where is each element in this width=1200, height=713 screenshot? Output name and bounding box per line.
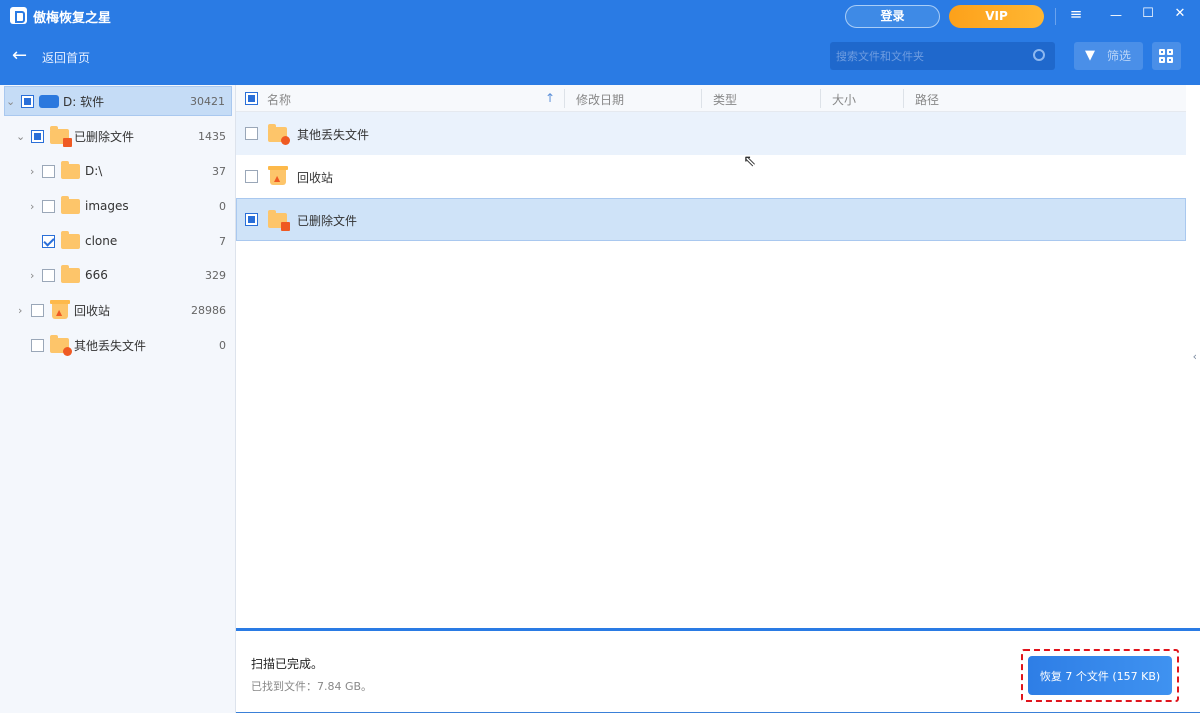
filter-label: 筛选 xyxy=(1107,49,1132,63)
table-header: 名称 ↑ 修改日期 类型 大小 路径 xyxy=(236,85,1186,112)
checkbox[interactable] xyxy=(42,164,55,178)
filter-button[interactable]: ▼ 筛选 xyxy=(1074,42,1143,70)
chevron-down-icon[interactable]: ⌄ xyxy=(16,130,25,143)
file-list: 名称 ↑ 修改日期 类型 大小 路径 其他丢失文件 回收站 已删除文件 ‹ xyxy=(236,85,1200,628)
recycle-bin-icon xyxy=(50,299,70,319)
tree-count: 0 xyxy=(219,199,226,213)
tree-label: 已删除文件 xyxy=(74,129,135,144)
menu-icon[interactable]: ≡ xyxy=(1066,5,1086,23)
tree-count: 7 xyxy=(219,234,226,248)
table-row[interactable]: 回收站 xyxy=(236,155,1186,198)
tree-label: 其他丢失文件 xyxy=(74,338,147,353)
chevron-down-icon[interactable]: ⌄ xyxy=(6,95,15,108)
tree-item-666[interactable]: › 666 329 xyxy=(4,260,232,290)
chevron-right-icon[interactable]: › xyxy=(30,269,34,282)
search-input[interactable] xyxy=(830,42,1025,70)
tree-label: D:\ xyxy=(85,164,103,178)
folder-icon xyxy=(61,195,80,214)
checkbox[interactable] xyxy=(42,268,55,282)
chevron-right-icon[interactable]: › xyxy=(18,304,22,317)
tree-label: clone xyxy=(85,234,118,248)
folder-icon xyxy=(61,160,80,179)
folder-tree: ⌄ D: 软件 30421 ⌄ 已删除文件 1435 › D:\ 37 › im… xyxy=(0,85,236,713)
deleted-folder-icon xyxy=(50,125,72,147)
tree-count: 1435 xyxy=(198,129,226,143)
tree-item-recycle-bin[interactable]: › 回收站 28986 xyxy=(4,295,232,325)
minimize-icon[interactable]: — xyxy=(1106,8,1126,22)
tree-label: 回收站 xyxy=(74,303,111,318)
login-button[interactable]: 登录 xyxy=(845,5,940,28)
column-type[interactable]: 类型 xyxy=(713,91,737,108)
row-name: 回收站 xyxy=(297,171,334,185)
checkbox[interactable] xyxy=(245,213,258,226)
tree-count: 37 xyxy=(212,164,226,178)
checkbox-checked[interactable] xyxy=(42,234,55,248)
tree-count: 28986 xyxy=(191,303,226,317)
table-row-selected[interactable]: 已删除文件 xyxy=(236,198,1186,241)
select-all-checkbox[interactable] xyxy=(245,92,258,105)
tree-item-images[interactable]: › images 0 xyxy=(4,191,232,221)
close-icon[interactable]: ✕ xyxy=(1170,6,1190,21)
disk-icon xyxy=(39,94,59,108)
checkbox[interactable] xyxy=(42,199,55,213)
tree-count: 0 xyxy=(219,338,226,352)
column-modified[interactable]: 修改日期 xyxy=(576,91,624,108)
table-row[interactable]: 其他丢失文件 xyxy=(236,112,1186,155)
tree-count: 30421 xyxy=(190,94,225,108)
recycle-bin-icon xyxy=(268,166,288,185)
found-size: 已找到文件：7.84 GB。 xyxy=(251,680,373,693)
status-footer: 扫描已完成。 已找到文件：7.84 GB。 恢复 7 个文件 (157 KB) xyxy=(236,628,1200,713)
search-icon[interactable] xyxy=(1033,49,1045,61)
filter-icon: ▼ xyxy=(1085,48,1095,63)
column-name[interactable]: 名称 xyxy=(267,91,291,108)
view-grid-button[interactable] xyxy=(1152,42,1181,70)
tree-label: 666 xyxy=(85,268,108,282)
column-path[interactable]: 路径 xyxy=(915,91,939,108)
tree-item-d-root[interactable]: › D:\ 37 xyxy=(4,156,232,186)
checkbox[interactable] xyxy=(31,338,44,352)
column-size[interactable]: 大小 xyxy=(832,91,856,108)
mouse-cursor-icon: ⇖ xyxy=(743,151,757,170)
back-arrow-icon[interactable]: ← xyxy=(12,45,27,66)
checkbox[interactable] xyxy=(21,94,34,108)
app-title: 傲梅恢复之星 xyxy=(33,11,112,26)
tree-count: 329 xyxy=(205,268,226,282)
collapse-panel-icon[interactable]: ‹ xyxy=(1193,350,1197,363)
tree-item-deleted[interactable]: ⌄ 已删除文件 1435 xyxy=(4,121,232,151)
title-bar: 傲梅恢复之星 登录 VIP ≡ — ☐ ✕ ← 返回首页 ▼ 筛选 xyxy=(0,0,1200,85)
tree-item-clone[interactable]: clone 7 xyxy=(4,226,232,256)
tree-label: D: 软件 xyxy=(63,94,105,109)
chevron-right-icon[interactable]: › xyxy=(30,165,34,178)
chevron-right-icon[interactable]: › xyxy=(30,200,34,213)
tree-label: images xyxy=(85,199,129,213)
scan-status: 扫描已完成。 xyxy=(251,657,324,671)
search-box[interactable] xyxy=(830,42,1055,70)
recover-button[interactable]: 恢复 7 个文件 (157 KB) xyxy=(1028,656,1172,695)
maximize-icon[interactable]: ☐ xyxy=(1138,6,1158,21)
checkbox[interactable] xyxy=(245,170,258,183)
sort-asc-icon[interactable]: ↑ xyxy=(545,91,555,105)
checkbox[interactable] xyxy=(31,303,44,317)
highlight-box: 恢复 7 个文件 (157 KB) xyxy=(1021,649,1179,702)
deleted-folder-icon xyxy=(268,210,290,231)
tree-item-other-lost[interactable]: 其他丢失文件 0 xyxy=(4,330,232,360)
folder-icon xyxy=(61,230,80,249)
back-home-link[interactable]: 返回首页 xyxy=(42,49,90,66)
vip-button[interactable]: VIP xyxy=(949,5,1044,28)
checkbox[interactable] xyxy=(31,129,44,143)
row-name: 其他丢失文件 xyxy=(297,128,370,142)
row-name: 已删除文件 xyxy=(297,214,358,228)
folder-icon xyxy=(61,264,80,283)
lost-folder-icon xyxy=(50,334,72,356)
checkbox[interactable] xyxy=(245,127,258,140)
lost-folder-icon xyxy=(268,124,290,145)
app-logo-icon xyxy=(10,7,27,24)
divider xyxy=(1055,8,1056,25)
tree-item-d-drive[interactable]: ⌄ D: 软件 30421 xyxy=(4,86,232,116)
